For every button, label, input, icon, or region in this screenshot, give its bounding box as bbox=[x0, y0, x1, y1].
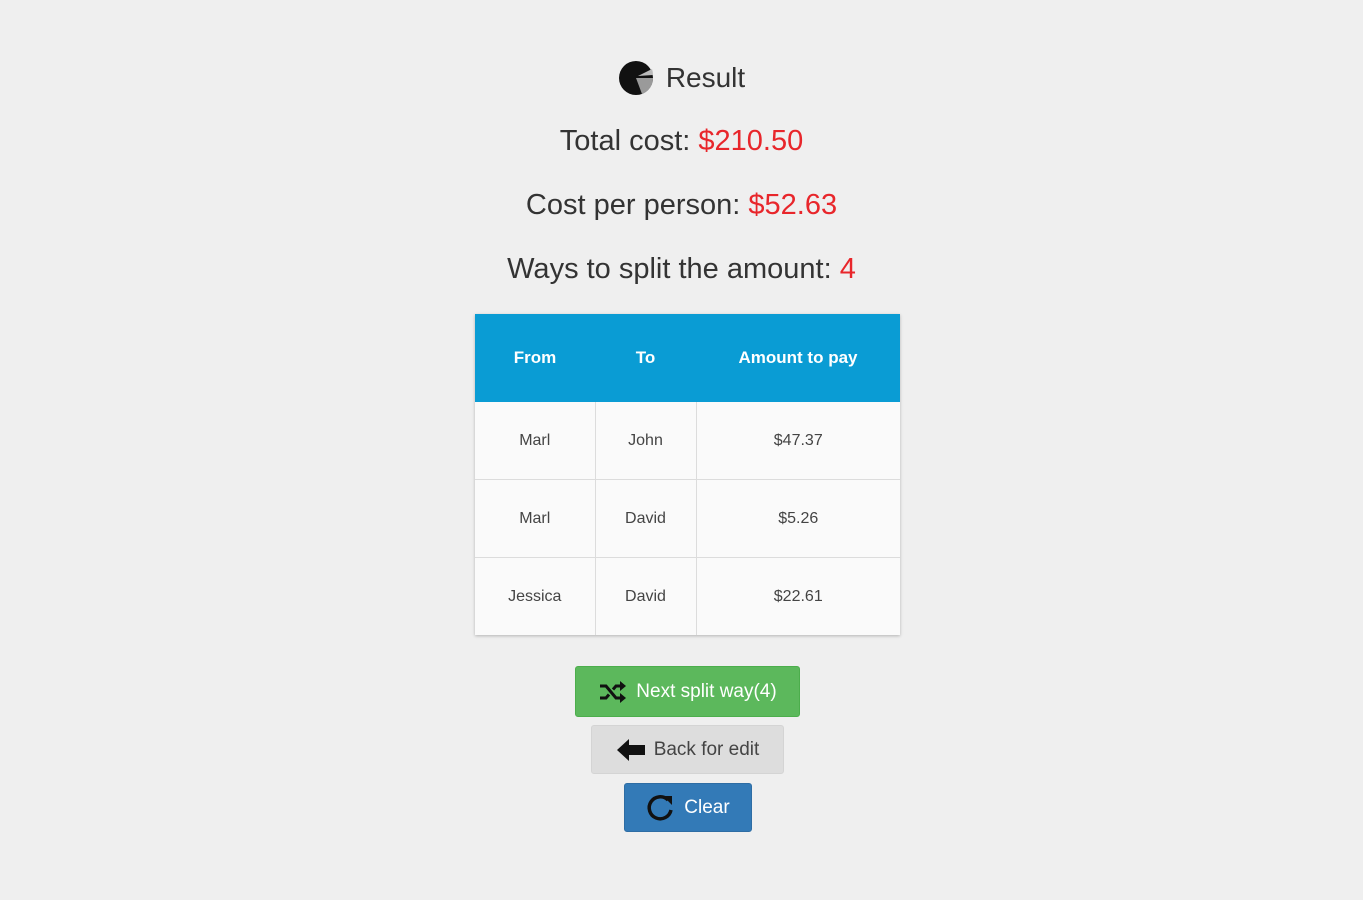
column-header-to: To bbox=[595, 314, 696, 402]
table-row: Marl David $5.26 bbox=[475, 479, 900, 558]
back-for-edit-label: Back for edit bbox=[653, 738, 760, 760]
next-split-way-label: Next split way(4) bbox=[636, 680, 777, 702]
cell-to: John bbox=[595, 402, 697, 480]
cell-amount: $47.37 bbox=[696, 402, 900, 480]
result-header: Result bbox=[0, 60, 1363, 96]
page-title: Result bbox=[665, 62, 746, 93]
shuffle-icon bbox=[598, 680, 628, 704]
arrow-left-icon bbox=[616, 737, 646, 763]
split-table-container: From To Amount to pay Marl John $47.37 M… bbox=[475, 314, 900, 635]
ways-to-split-label: Ways to split the amount: bbox=[507, 253, 832, 285]
pie-chart-icon bbox=[618, 60, 654, 96]
cell-amount: $5.26 bbox=[696, 479, 900, 558]
table-row: Marl John $47.37 bbox=[475, 402, 900, 480]
cell-to: David bbox=[595, 557, 697, 635]
cost-per-person-label: Cost per person: bbox=[525, 189, 741, 221]
cost-per-person-value: $52.63 bbox=[748, 189, 838, 221]
clear-label: Clear bbox=[684, 796, 730, 818]
total-cost: Total cost: $210.50 bbox=[0, 125, 1363, 158]
refresh-icon bbox=[646, 793, 676, 823]
cell-amount: $22.61 bbox=[773, 587, 823, 605]
cell-to: David bbox=[595, 479, 697, 558]
total-cost-label: Total cost: bbox=[559, 125, 691, 157]
back-for-edit-button[interactable]: Back for edit bbox=[591, 725, 784, 774]
ways-to-split-value: 4 bbox=[839, 253, 856, 285]
cell-from: Marl bbox=[475, 479, 596, 558]
cell-from: Jessica bbox=[475, 557, 596, 635]
next-split-way-button[interactable]: Next split way(4) bbox=[575, 666, 800, 717]
table-header-row: From To Amount to pay bbox=[475, 314, 900, 402]
total-cost-value: $210.50 bbox=[698, 125, 804, 157]
ways-to-split: Ways to split the amount: 4 bbox=[0, 253, 1363, 286]
column-header-amount: Amount to pay bbox=[696, 314, 900, 402]
table-row: Jessica David $22.61 bbox=[475, 557, 900, 635]
split-table: From To Amount to pay Marl John $47.37 M… bbox=[475, 314, 900, 635]
clear-button[interactable]: Clear bbox=[624, 783, 752, 832]
cell-from: Marl bbox=[475, 402, 596, 480]
column-header-from: From bbox=[475, 314, 595, 402]
cost-per-person: Cost per person: $52.63 bbox=[0, 189, 1363, 222]
result-page: Result Total cost: $210.50 Cost per pers… bbox=[0, 0, 1363, 900]
